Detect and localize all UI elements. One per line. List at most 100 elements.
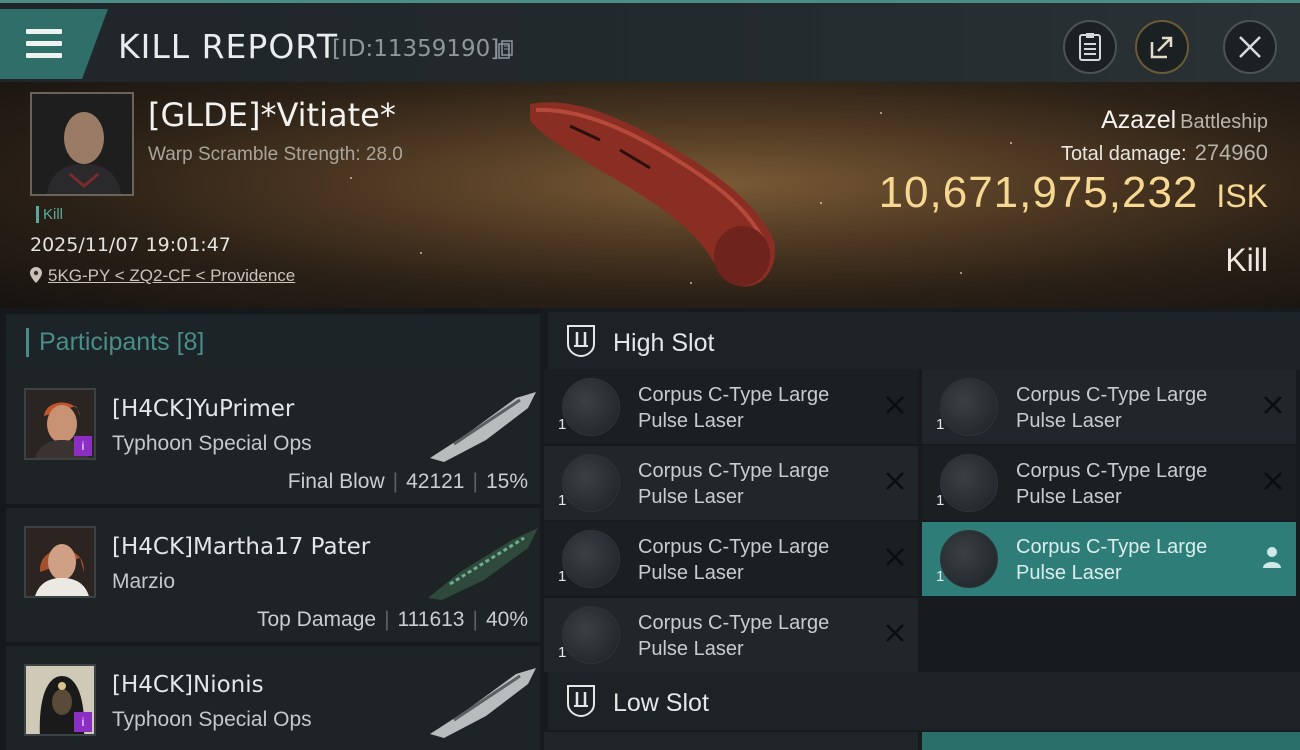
module-name: Corpus C-Type Large Pulse Laser xyxy=(1016,460,1208,508)
high-slot-icon xyxy=(567,325,595,358)
isk-unit: ISK xyxy=(1216,178,1268,214)
module-item[interactable]: 1 Corpus C-Type Large Pulse Laser xyxy=(544,370,918,444)
pulse-laser-icon xyxy=(940,454,998,512)
participant-name[interactable]: [H4CK]YuPrimer xyxy=(112,396,294,422)
total-damage-line: Total damage: 274960 xyxy=(1061,140,1268,166)
module-name: Corpus C-Type Large Pulse Laser xyxy=(638,536,830,584)
kill-datetime: 2025/11/07 19:01:47 xyxy=(30,234,231,256)
module-item[interactable]: 1 Corpus C-Type Large Pulse Laser xyxy=(922,446,1296,520)
clipboard-icon xyxy=(1079,33,1101,61)
module-item-selected[interactable]: 1 Corpus C-Type Large Pulse Laser xyxy=(922,522,1296,596)
victim-ship-image xyxy=(530,102,776,287)
participant-ship: Typhoon Special Ops xyxy=(112,432,312,455)
result-label: Kill xyxy=(1225,242,1268,278)
ship-name[interactable]: Azazel xyxy=(1101,106,1176,134)
participant-ship-image xyxy=(430,392,536,462)
pulse-laser-icon xyxy=(562,606,620,664)
participant-stats: Final Blow | 42121 | 15% xyxy=(287,470,528,493)
pulse-laser-icon xyxy=(562,454,620,512)
pilot-portrait-icon xyxy=(26,528,94,596)
module-name: Corpus C-Type Large Pulse Laser xyxy=(1016,384,1208,432)
location-link[interactable]: 5KG-PY < ZQ2-CF < Providence xyxy=(30,266,295,286)
pulse-laser-icon xyxy=(562,378,620,436)
module-name: Corpus C-Type Large Pulse Laser xyxy=(638,460,830,508)
destroyed-icon xyxy=(886,472,904,490)
participant-role: Top Damage xyxy=(256,608,377,631)
low-slot-label: Low Slot xyxy=(613,689,709,717)
participant-name[interactable]: [H4CK]Nionis xyxy=(112,672,264,698)
page-title: KILL REPORT xyxy=(118,27,338,66)
module-name: Corpus C-Type Large Pulse Laser xyxy=(638,612,830,660)
participant-ship-image xyxy=(428,528,538,600)
module-item[interactable]: 1 Corpus C-Type Large Pulse Laser xyxy=(922,370,1296,444)
share-icon xyxy=(1150,36,1173,59)
destroyed-icon xyxy=(886,624,904,642)
pulse-laser-icon xyxy=(940,530,998,588)
participants-header: Participants [8] xyxy=(6,314,540,374)
participant-avatar[interactable]: i xyxy=(24,388,96,460)
module-qty: 1 xyxy=(936,416,945,433)
participants-title: Participants [8] xyxy=(26,328,204,357)
victim-panel: [GLDE]*Vitiate* Warp Scramble Strength: … xyxy=(0,82,1300,308)
participant-damage: 42121 xyxy=(406,470,465,493)
destroyed-icon xyxy=(886,396,904,414)
module-qty: 1 xyxy=(936,492,945,509)
isk-value-line: 10,671,975,232 ISK xyxy=(879,168,1268,218)
participant-stats: Top Damage | 111613 | 40% xyxy=(256,608,528,631)
module-name: Corpus C-Type Large Pulse Laser xyxy=(638,384,830,432)
fitting-panel: High Slot 1 Corpus C-Type Large Pulse Las… xyxy=(540,308,1300,750)
high-slot-header: High Slot xyxy=(548,312,1300,370)
module-qty: 1 xyxy=(558,568,567,585)
low-slot-icon xyxy=(567,685,595,718)
share-button[interactable] xyxy=(1135,20,1189,74)
top-bar: KILL REPORT [ID:11359190] xyxy=(0,0,1300,82)
high-slot-label: High Slot xyxy=(613,329,715,357)
module-qty: 1 xyxy=(558,416,567,433)
participant-row[interactable]: i [H4CK]Nionis Typhoon Special Ops xyxy=(6,646,540,750)
participant-row[interactable]: [H4CK]Martha17 Pater Marzio Top Damage | 1… xyxy=(6,508,540,642)
participant-ship: Marzio xyxy=(112,570,176,593)
isk-value: 10,671,975,232 xyxy=(878,168,1199,217)
module-qty: 1 xyxy=(936,568,945,585)
module-item[interactable]: 1 Corpus C-Type Large Pulse Laser xyxy=(544,446,918,520)
module-item[interactable]: 1 Corpus C-Type Large Pulse Laser xyxy=(544,598,918,672)
participant-avatar[interactable]: i xyxy=(24,664,96,736)
ship-class: Battleship xyxy=(1180,111,1268,133)
location-pin-icon xyxy=(30,267,42,283)
destroyed-icon xyxy=(1264,396,1282,414)
victim-avatar[interactable] xyxy=(30,92,134,196)
dropped-user-icon xyxy=(1263,547,1281,568)
warp-scramble-strength: Warp Scramble Strength: 28.0 xyxy=(148,144,403,165)
destroyed-icon xyxy=(1264,472,1282,490)
participant-ship-image xyxy=(430,668,536,738)
participants-panel: Participants [8] i [H4CK]YuPrimer Typhoo… xyxy=(0,308,540,750)
pilot-badge-icon: i xyxy=(74,712,92,732)
victim-name[interactable]: [GLDE]*Vitiate* xyxy=(148,96,396,134)
clipboard-button[interactable] xyxy=(1063,20,1117,74)
kill-tag: Kill xyxy=(36,206,63,223)
low-slot-module-partial[interactable] xyxy=(544,732,918,750)
report-id: [ID:11359190] xyxy=(332,36,500,62)
participant-name[interactable]: [H4CK]Martha17 Pater xyxy=(112,534,370,560)
destroyed-icon xyxy=(886,548,904,566)
low-slot-module-partial[interactable] xyxy=(922,732,1300,750)
participant-damage: 111613 xyxy=(397,608,465,631)
location-text: 5KG-PY < ZQ2-CF < Providence xyxy=(48,266,296,285)
module-qty: 1 xyxy=(558,492,567,509)
participant-avatar[interactable] xyxy=(24,526,96,598)
pilot-portrait-icon xyxy=(32,94,132,194)
low-slot-header: Low Slot xyxy=(548,672,1300,730)
pilot-badge-icon: i xyxy=(74,436,92,456)
module-item[interactable]: 1 Corpus C-Type Large Pulse Laser xyxy=(544,522,918,596)
close-icon xyxy=(1239,36,1261,58)
victim-ship-line: Azazel Battleship xyxy=(1101,106,1268,135)
participant-percent: 15% xyxy=(485,470,528,493)
module-name: Corpus C-Type Large Pulse Laser xyxy=(1016,536,1208,584)
module-qty: 1 xyxy=(558,644,567,661)
total-damage-label: Total damage: xyxy=(1060,143,1187,165)
close-button[interactable] xyxy=(1223,20,1277,74)
menu-button[interactable] xyxy=(0,9,108,79)
total-damage-value: 274960 xyxy=(1194,140,1268,165)
copy-icon[interactable] xyxy=(498,40,514,60)
participant-row[interactable]: i [H4CK]YuPrimer Typhoon Special Ops Fin… xyxy=(6,370,540,504)
